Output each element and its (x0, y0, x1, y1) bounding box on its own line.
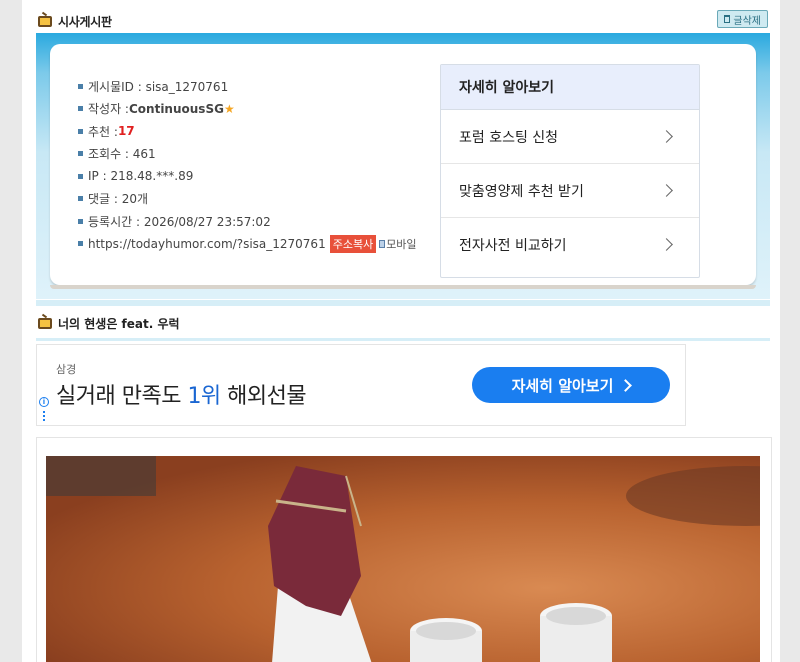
learn-more-title: 자세히 알아보기 (441, 65, 699, 110)
divider (36, 300, 770, 306)
tv-icon (38, 15, 52, 27)
meta-views: 조회수 : 461 (78, 143, 417, 166)
meta-post-id: 게시물ID : sisa_1270761 (78, 75, 417, 98)
meta-comments: 댓글 : 20개 (78, 188, 417, 211)
ad-cta-button[interactable]: 자세히 알아보기 (472, 367, 670, 403)
learn-more-panel: 자세히 알아보기 포럼 호스팅 신청 맞춤영양제 추천 받기 전자사전 비교하기 (440, 64, 700, 278)
meta-views-text: 조회수 : 461 (88, 147, 156, 162)
ad-banner[interactable]: i 삼경 실거래 만족도 1위 해외선물 자세히 알아보기 (36, 344, 686, 426)
meta-post-id-text: 게시물ID : sisa_1270761 (88, 79, 229, 94)
board-title[interactable]: 시사게시판 (58, 13, 112, 30)
ad-info-icon[interactable]: i (39, 397, 49, 407)
chevron-right-icon (660, 130, 673, 143)
learn-more-item[interactable]: 맞춤영양제 추천 받기 (441, 164, 699, 218)
meta-url: https://todayhumor.com/?sisa_1270761 주소복… (78, 233, 417, 256)
meta-comments-text: 댓글 : 20개 (88, 192, 149, 207)
delete-post-label: 글삭제 (733, 15, 761, 27)
bullet-icon (78, 128, 83, 134)
bullet-icon (78, 106, 83, 112)
mobile-icon (379, 239, 386, 248)
ad-headline-highlight: 1위 (187, 384, 221, 409)
meta-date-text: 등록시간 : 2026/08/27 23:57:02 (88, 214, 271, 229)
chevron-right-icon (619, 378, 633, 392)
table-edge-shape (626, 466, 760, 526)
tv-icon (38, 317, 52, 329)
post-title: 너의 현생은 feat. 우럭 (58, 316, 180, 331)
post-title-header: 너의 현생은 feat. 우럭 (38, 312, 180, 334)
learn-more-item-label: 전자사전 비교하기 (459, 237, 567, 254)
learn-more-item[interactable]: 포럼 호스팅 신청 (441, 110, 699, 164)
more-options-icon[interactable] (43, 411, 45, 421)
page: 시사게시판 글삭제 게시물ID : sisa_1270761 작성자 : Con… (22, 0, 780, 662)
cup-inner (546, 607, 606, 625)
meta-recommend: 추천 : 17 (78, 120, 417, 143)
mobile-link[interactable]: 모바일 (386, 236, 416, 252)
trash-icon (724, 15, 731, 23)
chevron-right-icon (660, 238, 673, 251)
author-nickname[interactable]: ContinuousSG (129, 102, 224, 116)
divider (36, 338, 770, 341)
ad-headline-pre: 실거래 만족도 (56, 384, 188, 409)
bullet-icon (78, 196, 83, 202)
bullet-icon (78, 83, 83, 89)
meta-ip-text: IP : 218.48.***.89 (88, 169, 194, 184)
bullet-icon (78, 218, 83, 224)
post-url-link[interactable]: https://todayhumor.com/?sisa_1270761 (88, 237, 326, 251)
post-info-card: 게시물ID : sisa_1270761 작성자 : ContinuousSG … (50, 44, 756, 285)
bullet-icon (78, 173, 83, 179)
post-photo[interactable] (46, 456, 760, 662)
copy-url-button[interactable]: 주소복사 (329, 234, 377, 253)
post-info-band: 게시물ID : sisa_1270761 작성자 : ContinuousSG … (36, 33, 770, 299)
star-icon: ★ (223, 101, 235, 116)
ad-headline: 실거래 만족도 1위 해외선물 (56, 378, 307, 410)
learn-more-item[interactable]: 전자사전 비교하기 (441, 218, 699, 271)
cup-inner (416, 622, 476, 640)
photo-illustration (46, 456, 760, 662)
learn-more-item-label: 맞춤영양제 추천 받기 (459, 183, 584, 200)
post-content (36, 437, 772, 662)
delete-post-button[interactable]: 글삭제 (717, 10, 768, 28)
recommend-count: 17 (117, 124, 135, 139)
bullet-icon (78, 241, 83, 247)
meta-date: 등록시간 : 2026/08/27 23:57:02 (78, 210, 417, 233)
ad-headline-post: 해외선물 (220, 384, 307, 409)
meta-ip: IP : 218.48.***.89 (78, 165, 417, 188)
card-shadow-line (50, 285, 756, 289)
learn-more-item-label: 포럼 호스팅 신청 (459, 129, 559, 146)
meta-author: 작성자 : ContinuousSG ★ (78, 98, 417, 121)
ad-source: 삼경 (56, 363, 77, 376)
meta-author-label: 작성자 : (88, 102, 129, 117)
bullet-icon (78, 151, 83, 157)
background-object (46, 456, 156, 496)
ad-cta-label: 자세히 알아보기 (511, 376, 614, 395)
chevron-right-icon (660, 184, 673, 197)
board-header: 시사게시판 (38, 10, 112, 32)
post-meta-list: 게시물ID : sisa_1270761 작성자 : ContinuousSG … (78, 75, 417, 255)
meta-recommend-label: 추천 : (88, 124, 118, 139)
